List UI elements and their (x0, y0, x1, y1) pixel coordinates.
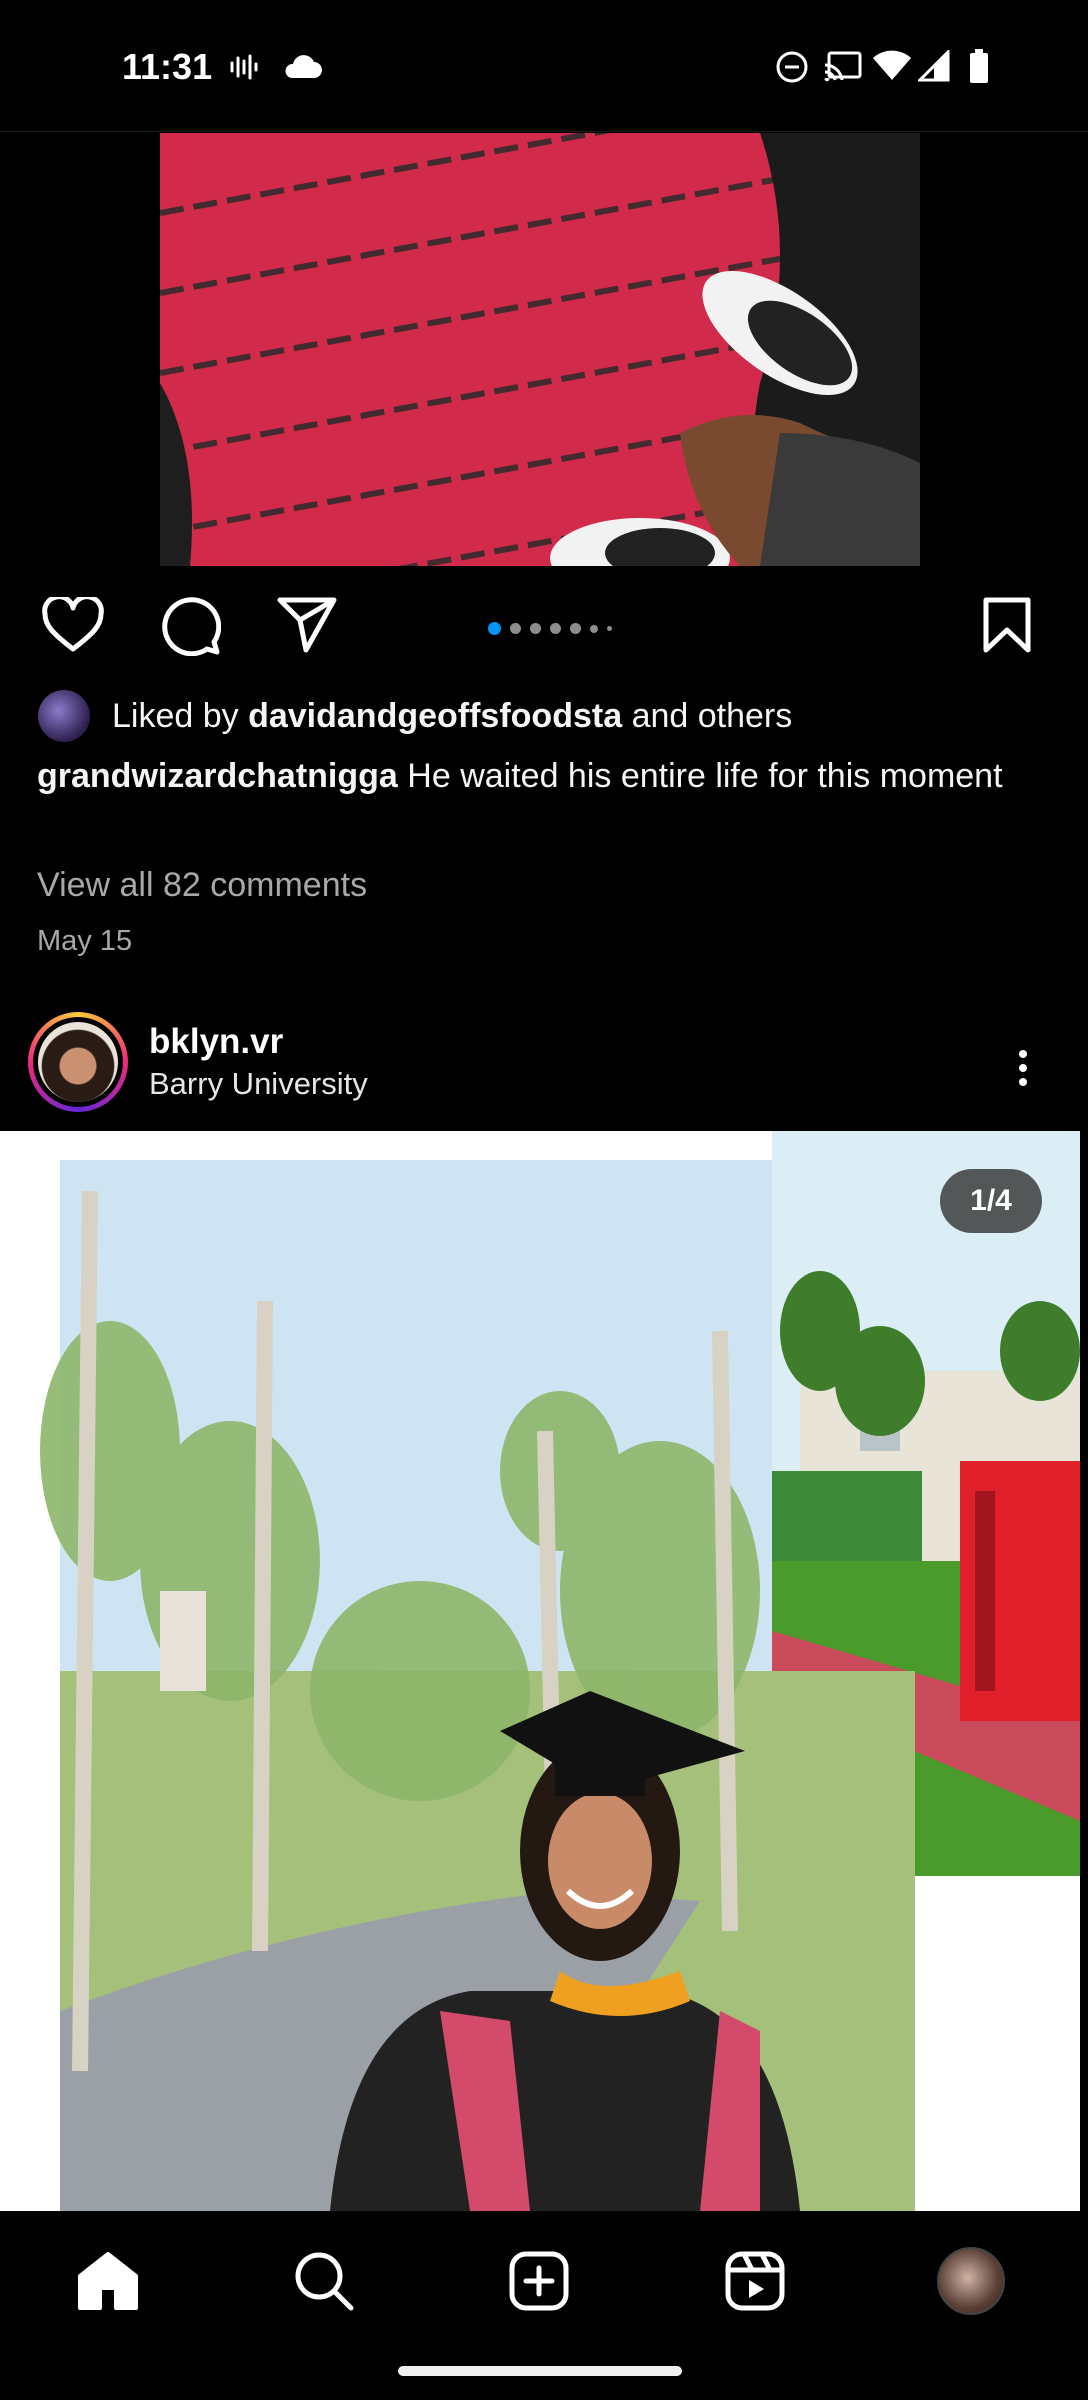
carousel-dot (488, 622, 501, 635)
comment-icon (162, 597, 221, 656)
nav-home-button[interactable] (68, 2241, 148, 2321)
liker-avatar[interactable] (38, 690, 90, 742)
do-not-disturb-icon (775, 50, 809, 89)
cloud-icon (282, 54, 322, 85)
search-icon (295, 2252, 354, 2311)
post-caption: grandwizardchatnigga He waited his entir… (37, 752, 1037, 800)
likes-text: Liked by davidandgeoffsfoodsta and other… (112, 697, 792, 736)
bottom-navigation (0, 2211, 1088, 2400)
caption-username[interactable]: grandwizardchatnigga (37, 757, 398, 795)
carousel-counter: 1/4 (940, 1169, 1042, 1233)
likes-summary[interactable]: Liked by davidandgeoffsfoodsta and other… (38, 690, 792, 742)
reels-icon (725, 2251, 785, 2311)
more-dot-icon (1019, 1078, 1027, 1086)
create-icon (509, 2251, 569, 2311)
liked-by-user[interactable]: davidandgeoffsfoodsta (248, 697, 622, 735)
post-location[interactable]: Barry University (149, 1066, 368, 1102)
voicemail-icon (228, 52, 258, 87)
nav-create-button[interactable] (499, 2241, 579, 2321)
home-icon (78, 2252, 138, 2310)
home-indicator[interactable] (398, 2366, 682, 2376)
bookmark-icon (983, 597, 1031, 653)
wifi-icon (872, 50, 912, 87)
user-avatar[interactable] (28, 1012, 128, 1112)
post-video[interactable] (160, 133, 920, 566)
post-date: May 15 (37, 925, 133, 957)
nav-profile-button[interactable] (931, 2241, 1011, 2321)
save-button[interactable] (972, 590, 1042, 660)
liked-by-suffix: and others (631, 696, 793, 735)
carousel-dot (550, 623, 561, 634)
share-button[interactable] (272, 590, 342, 660)
post-header: bklyn.vr Barry University (0, 1008, 1088, 1124)
heart-icon (42, 597, 104, 652)
carousel-dot (607, 626, 612, 631)
status-bar: 11:31 (0, 0, 1088, 132)
post-username[interactable]: bklyn.vr (149, 1022, 283, 1062)
carousel-dot (510, 623, 521, 634)
signal-icon (916, 48, 950, 87)
send-icon (277, 597, 337, 653)
nav-search-button[interactable] (284, 2241, 364, 2321)
post-image-carousel[interactable]: 1/4 (0, 1131, 1080, 2211)
more-dot-icon (1019, 1064, 1027, 1072)
carousel-indicator (488, 622, 612, 635)
status-time: 11:31 (122, 46, 213, 87)
more-dot-icon (1019, 1050, 1027, 1058)
carousel-dot (590, 624, 598, 633)
more-options-button[interactable] (1005, 1038, 1041, 1098)
carousel-dot (570, 623, 581, 634)
profile-avatar (937, 2247, 1005, 2315)
carousel-dot (530, 623, 541, 634)
cast-icon (823, 50, 863, 89)
like-button[interactable] (38, 590, 108, 660)
liked-by-prefix: Liked by (112, 696, 239, 735)
post-action-bar (0, 580, 1088, 670)
view-comments-link[interactable]: View all 82 comments (37, 866, 367, 905)
battery-icon (968, 48, 990, 89)
nav-reels-button[interactable] (715, 2241, 795, 2321)
caption-text: He waited his entire life for this momen… (407, 757, 1003, 795)
avatar (38, 1022, 118, 1102)
comment-button[interactable] (155, 590, 225, 660)
